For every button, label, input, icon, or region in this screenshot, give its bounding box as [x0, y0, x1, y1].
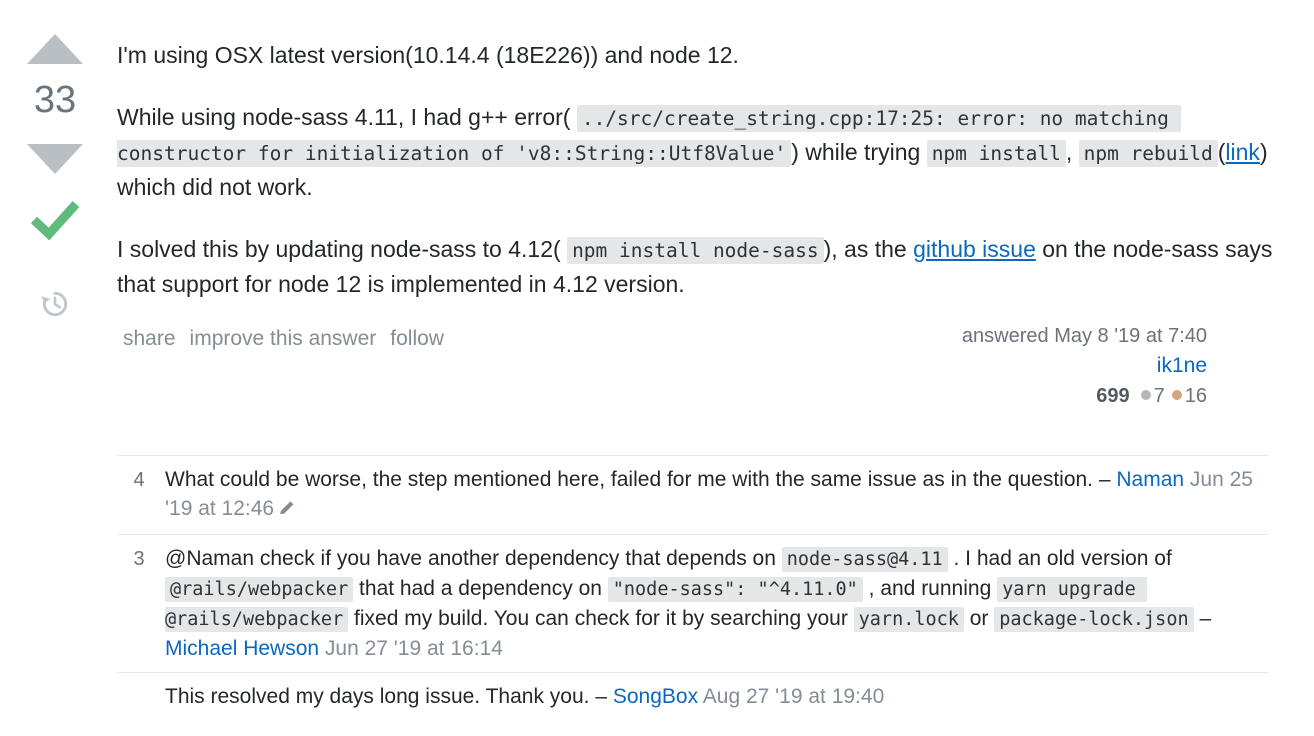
comment-text-segment: @Naman check if you have another depende…	[165, 547, 782, 570]
post-meta-row: share improve this answer follow answered …	[117, 322, 1282, 432]
comment-code-span: node-sass@4.11	[781, 547, 948, 572]
silver-badge-icon	[1140, 390, 1151, 401]
comment-code-span: package-lock.json	[994, 607, 1194, 632]
comment-body: What could be worse, the step mentioned …	[161, 465, 1268, 525]
checkmark-icon[interactable]	[0, 200, 110, 246]
vote-cell: 33	[0, 0, 110, 322]
comment-timestamp: Jun 27 '19 at 16:14	[319, 637, 503, 660]
comment-row: This resolved my days long issue. Thank …	[117, 672, 1268, 720]
para2-segment-3: ,	[1065, 139, 1073, 165]
comment-author-link[interactable]: Michael Hewson	[165, 637, 319, 660]
code-span-npm-install-node-sass: npm install node-sass	[567, 237, 824, 264]
post-paragraph-1-text: I'm using OSX latest version(10.14.4 (18…	[117, 42, 739, 68]
user-reputation: 699 7 16	[787, 382, 1207, 410]
comment-row: 3 @Naman check if you have another depend…	[117, 534, 1268, 672]
para2-segment-2: ) while trying	[791, 139, 921, 165]
comment-author-link[interactable]: SongBox	[613, 685, 698, 708]
para3-segment-2: ), as the	[823, 236, 907, 262]
user-name: ik1ne	[787, 350, 1207, 382]
answered-timestamp: answered May 8 '19 at 7:40	[961, 325, 1207, 347]
bronze-badge-count: 16	[1184, 385, 1207, 407]
para3-segment-1: I solved this by updating node-sass to 4…	[117, 236, 561, 262]
link-anchor-link[interactable]: link	[1225, 139, 1260, 165]
comment-score: 4	[133, 469, 145, 491]
comment-author-link[interactable]: Naman	[1116, 468, 1184, 491]
comment-score: 3	[133, 548, 145, 570]
silver-badge-count: 7	[1153, 385, 1165, 407]
comments-list: 4 What could be worse, the step mentioned…	[117, 455, 1268, 720]
post-paragraph-3: I solved this by updating node-sass to 4…	[117, 205, 1282, 302]
triangle-down-icon[interactable]	[27, 144, 83, 174]
share-link[interactable]: share	[123, 327, 176, 350]
edit-pencil-icon[interactable]	[278, 496, 296, 525]
comment-score	[117, 682, 161, 683]
reputation-score: 699	[1096, 385, 1130, 407]
comment-row: 4 What could be worse, the step mentioned…	[117, 455, 1268, 534]
comment-text-segment: that had a dependency on	[353, 577, 608, 600]
code-span-npm-rebuild: npm rebuild	[1078, 140, 1218, 167]
comment-dash: –	[1098, 468, 1117, 491]
post-body: I'm using OSX latest version(10.14.4 (18…	[117, 0, 1282, 302]
user-profile-link[interactable]: ik1ne	[1157, 354, 1207, 377]
post-paragraph-1: I'm using OSX latest version(10.14.4 (18…	[117, 0, 1282, 73]
post-paragraph-2: While using node-sass 4.11, I had g++ er…	[117, 73, 1282, 205]
post-menu: share improve this answer follow	[123, 322, 458, 356]
comment-code-span: @rails/webpacker	[165, 577, 354, 602]
comment-body: This resolved my days long issue. Thank …	[161, 682, 1268, 711]
triangle-up-icon[interactable]	[27, 34, 83, 64]
github-issue-link[interactable]: github issue	[913, 236, 1036, 262]
comment-code-span: yarn.lock	[853, 607, 964, 632]
comment-text-segment: or	[963, 607, 995, 630]
improve-this-answer-link[interactable]: improve this answer	[190, 327, 377, 350]
comment-timestamp: Aug 27 '19 at 19:40	[698, 685, 885, 708]
comment-text-segment: fixed my build. You can check for it by …	[348, 607, 854, 630]
bronze-badge-icon	[1171, 390, 1182, 401]
comment-text-segment: What could be worse, the step mentioned …	[165, 468, 1099, 491]
para2-segment-1: While using node-sass 4.11, I had g++ er…	[117, 104, 571, 130]
comment-text-segment: . I had an old version of	[947, 547, 1172, 570]
history-clock-icon[interactable]	[0, 288, 110, 322]
comment-body: @Naman check if you have another depende…	[161, 544, 1268, 663]
code-span-npm-install: npm install	[926, 140, 1066, 167]
comment-code-span: "node-sass": "^4.11.0"	[607, 577, 863, 602]
comment-text-segment: This resolved my days long issue. Thank …	[165, 685, 596, 708]
user-card: answered May 8 '19 at 7:40 ik1ne 699 7 16	[787, 322, 1207, 410]
comment-dash: –	[1199, 607, 1212, 630]
follow-link[interactable]: follow	[390, 327, 444, 350]
comment-text-segment: , and running	[862, 577, 998, 600]
comment-dash: –	[595, 685, 613, 708]
vote-count: 33	[33, 79, 77, 121]
